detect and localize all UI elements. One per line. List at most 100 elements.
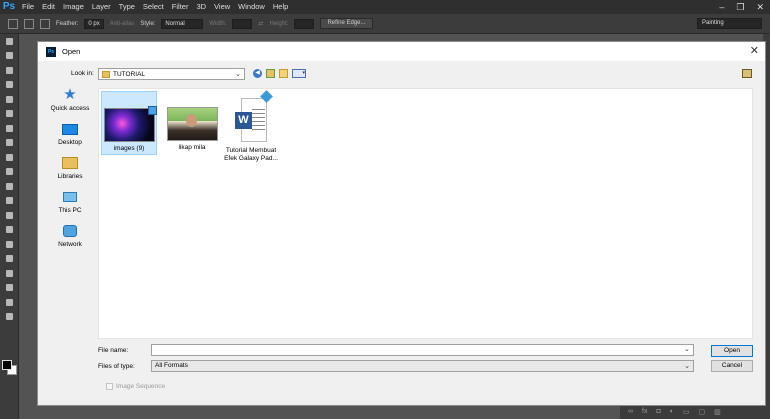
shape-tool-icon[interactable] xyxy=(0,281,19,296)
view-menu-icon[interactable]: ▾ xyxy=(292,69,306,78)
place-this-pc[interactable]: This PC xyxy=(46,189,94,223)
refine-edge-button[interactable]: Refine Edge... xyxy=(320,18,373,29)
place-quick-access[interactable]: ★ Quick access xyxy=(46,87,94,121)
quick-selection-tool-icon[interactable] xyxy=(0,78,19,93)
history-brush-tool-icon[interactable] xyxy=(0,165,19,180)
marquee-tool-icon[interactable] xyxy=(0,49,19,64)
preview-icon[interactable] xyxy=(742,69,752,78)
menu-image[interactable]: Image xyxy=(59,0,88,14)
navigation-toolbar: ◀ ▾ xyxy=(253,69,306,78)
crop-tool-icon[interactable] xyxy=(0,92,19,107)
link-layers-icon[interactable]: ∞ xyxy=(628,408,633,415)
look-in-label: Look in: xyxy=(71,70,94,77)
menu-file[interactable]: File xyxy=(18,0,38,14)
image-thumbnail xyxy=(103,106,157,142)
cancel-button[interactable]: Cancel xyxy=(711,360,753,372)
place-network[interactable]: Network xyxy=(46,223,94,257)
file-item-images-9[interactable]: images (9) xyxy=(101,91,157,155)
file-list-pane[interactable]: images (9) likap mila W Tutorial Membuat… xyxy=(98,88,753,339)
restore-button[interactable]: ❐ xyxy=(736,0,744,14)
network-icon xyxy=(63,225,77,237)
new-layer-icon[interactable]: ▢ xyxy=(699,408,706,416)
type-tool-icon[interactable] xyxy=(0,252,19,267)
back-icon[interactable]: ◀ xyxy=(253,69,262,78)
hand-tool-icon[interactable] xyxy=(0,295,19,310)
style-select[interactable]: Normal xyxy=(161,18,204,29)
blur-tool-icon[interactable] xyxy=(0,208,19,223)
menu-filter[interactable]: Filter xyxy=(168,0,193,14)
feather-label: Feather: xyxy=(56,20,79,27)
dialog-title-bar: Ps Open ✕ xyxy=(38,42,765,61)
file-name-label: images (9) xyxy=(113,145,145,152)
group-icon[interactable]: ▭ xyxy=(683,408,690,416)
image-sequence-label: Image Sequence xyxy=(116,383,166,390)
image-sequence-checkbox[interactable] xyxy=(106,383,113,390)
file-item-word-document[interactable]: W Tutorial Membuat Efek Galaxy Pad... xyxy=(221,90,281,163)
width-label: Width: xyxy=(209,20,227,27)
eraser-tool-icon[interactable] xyxy=(0,179,19,194)
close-window-button[interactable]: ✕ xyxy=(756,0,764,14)
open-dialog: Ps Open ✕ Look in: TUTORIAL ⌄ ◀ ▾ ★ Quic… xyxy=(37,41,766,406)
lasso-tool-icon[interactable] xyxy=(0,63,19,78)
file-name-label: Tutorial Membuat Efek Galaxy Pad... xyxy=(224,147,278,162)
dodge-tool-icon[interactable] xyxy=(0,223,19,238)
file-type-select[interactable]: All Formats ⌄ xyxy=(151,360,694,372)
place-label: Desktop xyxy=(58,139,82,146)
desktop-icon xyxy=(62,123,78,135)
healing-brush-tool-icon[interactable] xyxy=(0,121,19,136)
width-input[interactable] xyxy=(232,18,253,29)
brush-tool-icon[interactable] xyxy=(0,136,19,151)
dialog-title: Open xyxy=(62,47,81,56)
path-selection-tool-icon[interactable] xyxy=(0,266,19,281)
file-name-input[interactable] xyxy=(151,344,694,356)
file-item-likap-mila[interactable]: likap mila xyxy=(162,107,222,152)
antialias-checkbox[interactable]: Anti-alias xyxy=(110,21,135,27)
place-libraries[interactable]: Libraries xyxy=(46,155,94,189)
workspace-select[interactable]: Painting xyxy=(697,18,762,29)
file-type-value: All Formats xyxy=(155,362,188,369)
minimize-button[interactable]: – xyxy=(719,0,724,14)
look-in-select[interactable]: TUTORIAL ⌄ xyxy=(98,68,245,80)
menu-layer[interactable]: Layer xyxy=(88,0,115,14)
file-type-label: Files of type: xyxy=(98,363,135,370)
file-name-field-label: File name: xyxy=(98,347,129,354)
menu-3d[interactable]: 3D xyxy=(192,0,210,14)
chevron-down-icon: ⌄ xyxy=(235,71,241,78)
open-button[interactable]: Open xyxy=(711,345,753,357)
gradient-tool-icon[interactable] xyxy=(0,194,19,209)
eyedropper-tool-icon[interactable] xyxy=(0,107,19,122)
height-input[interactable] xyxy=(294,18,315,29)
marquee-tool-icon[interactable] xyxy=(8,18,18,29)
menu-select[interactable]: Select xyxy=(139,0,168,14)
new-folder-icon[interactable] xyxy=(279,69,288,78)
chevron-down-icon[interactable]: ⌄ xyxy=(684,345,690,353)
clone-stamp-tool-icon[interactable] xyxy=(0,150,19,165)
zoom-tool-icon[interactable] xyxy=(0,310,19,325)
menu-window[interactable]: Window xyxy=(234,0,269,14)
color-swatches[interactable] xyxy=(2,360,18,376)
new-selection-icon[interactable] xyxy=(24,18,34,29)
foreground-color-swatch[interactable] xyxy=(2,360,12,370)
style-label: Style: xyxy=(140,20,156,27)
swap-icon[interactable]: ⇄ xyxy=(258,20,263,27)
add-selection-icon[interactable] xyxy=(40,18,50,29)
adjustment-layer-icon[interactable]: ◐ xyxy=(670,408,674,415)
feather-input[interactable]: 0 px xyxy=(84,18,104,29)
up-folder-icon[interactable] xyxy=(266,69,275,78)
move-tool-icon[interactable] xyxy=(0,34,19,49)
close-icon[interactable]: ✕ xyxy=(750,45,759,57)
layer-mask-icon[interactable]: ◘ xyxy=(656,408,660,415)
menu-edit[interactable]: Edit xyxy=(38,0,59,14)
places-sidebar: ★ Quick access Desktop Libraries This PC… xyxy=(46,87,96,267)
layer-style-icon[interactable]: fx xyxy=(642,408,647,415)
look-in-value: TUTORIAL xyxy=(113,70,146,78)
menu-help[interactable]: Help xyxy=(269,0,292,14)
pen-tool-icon[interactable] xyxy=(0,237,19,252)
menu-view[interactable]: View xyxy=(210,0,234,14)
computer-icon xyxy=(63,192,77,202)
menu-type[interactable]: Type xyxy=(115,0,139,14)
image-thumbnail xyxy=(166,107,218,141)
word-document-icon: W xyxy=(233,90,273,144)
trash-icon[interactable]: ▥ xyxy=(714,408,721,416)
place-desktop[interactable]: Desktop xyxy=(46,121,94,155)
